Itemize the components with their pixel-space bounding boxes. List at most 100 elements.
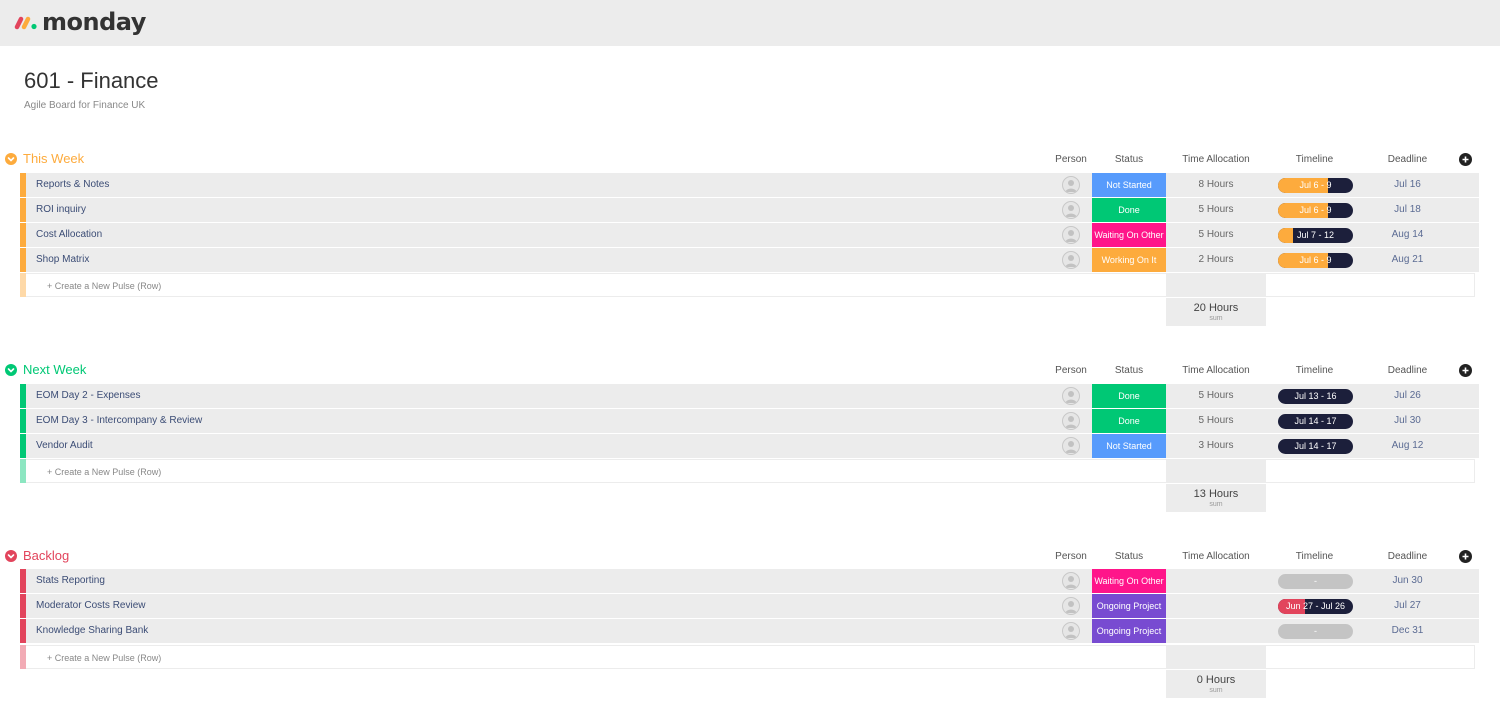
group-title[interactable]: Backlog (23, 548, 69, 563)
row-name[interactable]: EOM Day 2 - Expenses (36, 390, 140, 401)
status-label[interactable]: Ongoing Project (1092, 594, 1166, 618)
timeline-cell[interactable]: Jul 6 - 9 (1266, 198, 1363, 222)
avatar-icon[interactable] (1062, 201, 1080, 219)
timeline-cell[interactable]: Jul 6 - 9 (1266, 173, 1363, 197)
chevron-down-icon[interactable] (5, 550, 17, 562)
avatar-icon[interactable] (1062, 387, 1080, 405)
deadline-cell[interactable]: Jul 26 (1363, 384, 1452, 408)
column-header-deadline[interactable]: Deadline (1363, 154, 1452, 165)
time-allocation-cell[interactable] (1166, 619, 1266, 643)
create-new-row[interactable]: + Create a New Pulse (Row) (20, 273, 1475, 297)
chevron-down-icon[interactable] (5, 364, 17, 376)
column-header-deadline[interactable]: Deadline (1363, 365, 1452, 376)
create-new-row[interactable]: + Create a New Pulse (Row) (20, 645, 1475, 669)
avatar-icon[interactable] (1062, 437, 1080, 455)
deadline-cell[interactable]: Aug 21 (1363, 248, 1452, 272)
table-row[interactable]: Cost Allocation Waiting On Other 5 Hours… (20, 223, 1479, 247)
table-row[interactable]: Reports & Notes Not Started 8 Hours Jul … (20, 173, 1479, 197)
column-header-time-allocation[interactable]: Time Allocation (1166, 154, 1266, 165)
row-name[interactable]: ROI inquiry (36, 204, 86, 215)
deadline-cell[interactable]: Jul 18 (1363, 198, 1452, 222)
table-row[interactable]: Vendor Audit Not Started 3 Hours Jul 14 … (20, 434, 1479, 458)
row-name[interactable]: Shop Matrix (36, 254, 89, 265)
timeline-cell[interactable]: - (1266, 569, 1363, 593)
timeline-bar[interactable]: Jul 7 - 12 (1278, 228, 1353, 243)
avatar-icon[interactable] (1062, 176, 1080, 194)
column-header-person[interactable]: Person (1050, 551, 1092, 562)
column-header-status[interactable]: Status (1092, 365, 1166, 376)
timeline-cell[interactable]: - (1266, 619, 1363, 643)
table-row[interactable]: EOM Day 3 - Intercompany & Review Done 5… (20, 409, 1479, 433)
status-label[interactable]: Waiting On Other (1092, 223, 1166, 247)
row-name-cell[interactable]: Cost Allocation (26, 223, 1068, 247)
person-cell[interactable] (1050, 223, 1092, 247)
avatar-icon[interactable] (1062, 597, 1080, 615)
group-title[interactable]: Next Week (23, 362, 86, 377)
timeline-bar[interactable]: - (1278, 574, 1353, 589)
deadline-cell[interactable]: Aug 12 (1363, 434, 1452, 458)
person-cell[interactable] (1050, 569, 1092, 593)
column-header-timeline[interactable]: Timeline (1266, 551, 1363, 562)
person-cell[interactable] (1050, 619, 1092, 643)
timeline-bar[interactable]: Jul 13 - 16 (1278, 389, 1353, 404)
table-row[interactable]: Knowledge Sharing Bank Ongoing Project -… (20, 619, 1479, 643)
row-name[interactable]: Stats Reporting (36, 575, 105, 586)
deadline-cell[interactable]: Jul 16 (1363, 173, 1452, 197)
timeline-bar[interactable]: - (1278, 624, 1353, 639)
status-label[interactable]: Not Started (1092, 173, 1166, 197)
status-label[interactable]: Waiting On Other (1092, 569, 1166, 593)
time-allocation-cell[interactable]: 5 Hours (1166, 409, 1266, 433)
add-column-icon[interactable] (1459, 550, 1472, 563)
person-cell[interactable] (1050, 384, 1092, 408)
person-cell[interactable] (1050, 594, 1092, 618)
add-column-icon[interactable] (1459, 153, 1472, 166)
monday-logo[interactable]: monday (14, 8, 146, 36)
table-row[interactable]: Stats Reporting Waiting On Other - Jun 3… (20, 569, 1479, 593)
status-cell[interactable]: Not Started (1092, 173, 1166, 197)
status-label[interactable]: Done (1092, 384, 1166, 408)
column-header-timeline[interactable]: Timeline (1266, 365, 1363, 376)
person-cell[interactable] (1050, 409, 1092, 433)
timeline-bar[interactable]: Jul 6 - 9 (1278, 253, 1353, 268)
table-row[interactable]: ROI inquiry Done 5 Hours Jul 6 - 9 Jul 1… (20, 198, 1479, 222)
status-label[interactable]: Done (1092, 409, 1166, 433)
person-cell[interactable] (1050, 434, 1092, 458)
timeline-bar[interactable]: Jul 6 - 9 (1278, 203, 1353, 218)
timeline-cell[interactable]: Jun 27 - Jul 26 (1266, 594, 1363, 618)
deadline-cell[interactable]: Dec 31 (1363, 619, 1452, 643)
avatar-icon[interactable] (1062, 622, 1080, 640)
person-cell[interactable] (1050, 248, 1092, 272)
time-allocation-cell[interactable]: 5 Hours (1166, 223, 1266, 247)
row-name-cell[interactable]: EOM Day 3 - Intercompany & Review (26, 409, 1068, 433)
time-allocation-cell[interactable]: 5 Hours (1166, 384, 1266, 408)
column-header-status[interactable]: Status (1092, 551, 1166, 562)
row-name[interactable]: EOM Day 3 - Intercompany & Review (36, 415, 202, 426)
row-name-cell[interactable]: Stats Reporting (26, 569, 1068, 593)
avatar-icon[interactable] (1062, 412, 1080, 430)
row-name-cell[interactable]: EOM Day 2 - Expenses (26, 384, 1068, 408)
timeline-cell[interactable]: Jul 14 - 17 (1266, 409, 1363, 433)
time-allocation-cell[interactable]: 2 Hours (1166, 248, 1266, 272)
status-cell[interactable]: Ongoing Project (1092, 619, 1166, 643)
chevron-down-icon[interactable] (5, 153, 17, 165)
avatar-icon[interactable] (1062, 226, 1080, 244)
time-allocation-cell[interactable]: 5 Hours (1166, 198, 1266, 222)
avatar-icon[interactable] (1062, 572, 1080, 590)
time-allocation-cell[interactable]: 8 Hours (1166, 173, 1266, 197)
row-name-cell[interactable]: ROI inquiry (26, 198, 1068, 222)
create-new-row[interactable]: + Create a New Pulse (Row) (20, 459, 1475, 483)
column-header-status[interactable]: Status (1092, 154, 1166, 165)
status-cell[interactable]: Waiting On Other (1092, 569, 1166, 593)
row-name-cell[interactable]: Knowledge Sharing Bank (26, 619, 1068, 643)
row-name[interactable]: Moderator Costs Review (36, 600, 145, 611)
add-column-icon[interactable] (1459, 364, 1472, 377)
table-row[interactable]: Moderator Costs Review Ongoing Project J… (20, 594, 1479, 618)
board-description[interactable]: Agile Board for Finance UK (24, 100, 145, 111)
person-cell[interactable] (1050, 173, 1092, 197)
status-cell[interactable]: Waiting On Other (1092, 223, 1166, 247)
status-cell[interactable]: Ongoing Project (1092, 594, 1166, 618)
time-allocation-cell[interactable] (1166, 569, 1266, 593)
table-row[interactable]: EOM Day 2 - Expenses Done 5 Hours Jul 13… (20, 384, 1479, 408)
timeline-cell[interactable]: Jul 7 - 12 (1266, 223, 1363, 247)
row-name[interactable]: Vendor Audit (36, 440, 93, 451)
